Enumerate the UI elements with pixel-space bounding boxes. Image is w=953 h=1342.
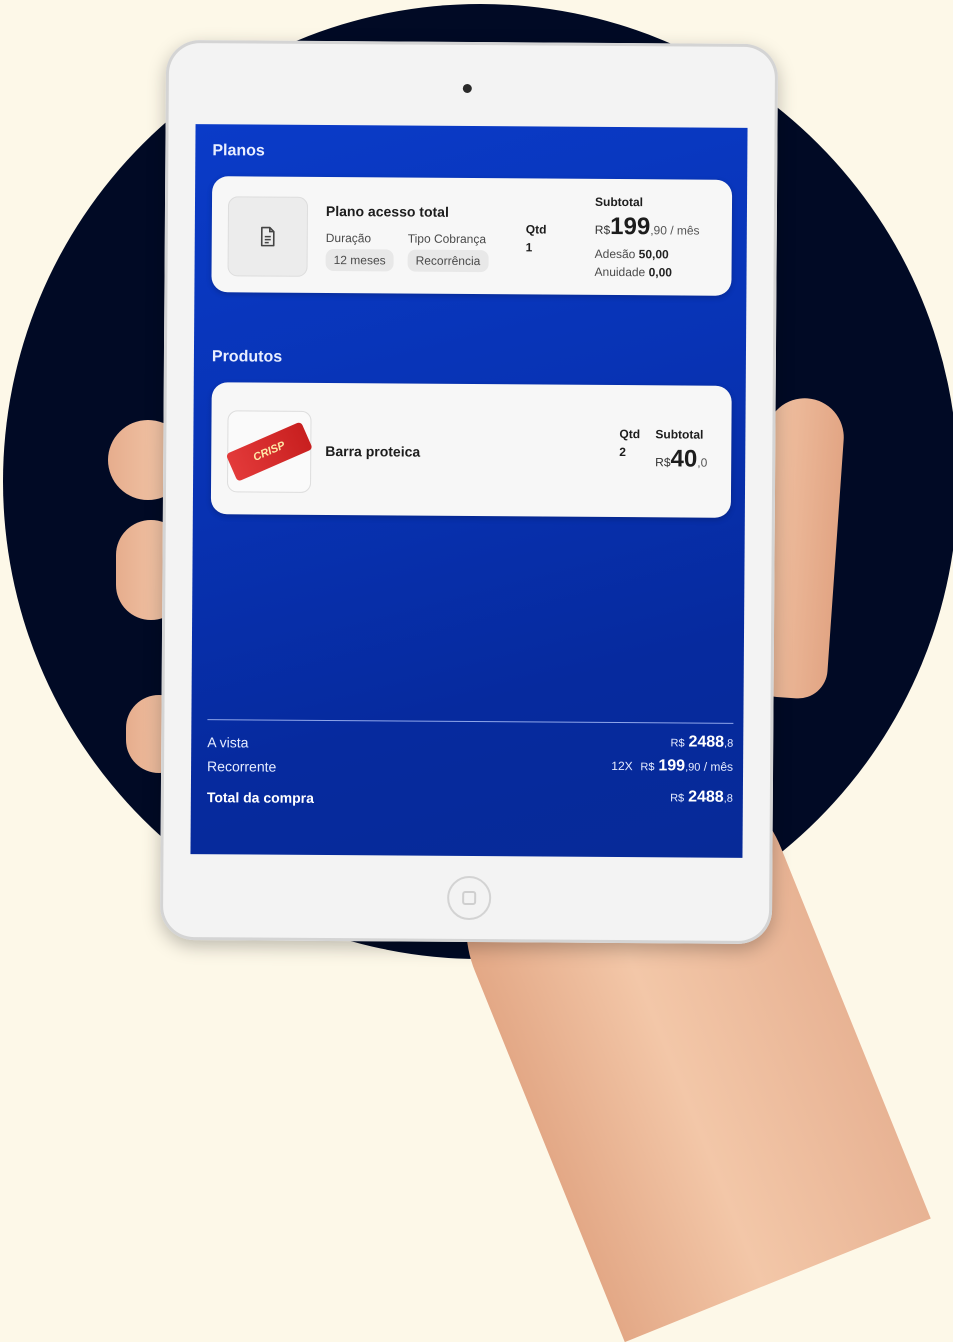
product-image-label: CRISP	[251, 439, 287, 463]
total-label: Total da compra	[207, 789, 314, 806]
produtos-title: Produtos	[212, 348, 282, 366]
tipo-cobranca-label: Tipo Cobrança	[408, 232, 486, 247]
plan-card[interactable]: Plano acesso total Duração Tipo Cobrança…	[211, 176, 732, 296]
product-image: CRISP	[227, 410, 312, 493]
avista-value: R$ 2488,8	[670, 733, 733, 751]
plan-thumbnail	[227, 196, 308, 277]
product-card[interactable]: CRISP Barra proteica Qtd 2 Subtotal R$40…	[211, 382, 732, 518]
plan-subtotal-label: Subtotal	[595, 195, 643, 209]
avista-label: A vista	[207, 734, 248, 750]
recorrente-value: 12X R$ 199,90 / mês	[611, 757, 733, 776]
total-value: R$ 2488,8	[670, 788, 733, 806]
home-square-icon	[462, 891, 476, 905]
tablet-device: Planos Plano acesso total Duração Tipo C…	[160, 40, 778, 944]
product-price: R$40,0	[655, 445, 707, 473]
duracao-label: Duração	[326, 231, 371, 245]
anuidade-row: Anuidade 0,00	[594, 265, 672, 280]
plan-price: R$199,90 / mês	[595, 213, 700, 242]
plan-qtd-value: 1	[526, 240, 533, 254]
home-button[interactable]	[447, 876, 491, 920]
checkout-screen: Planos Plano acesso total Duração Tipo C…	[190, 124, 747, 858]
plan-qtd-label: Qtd	[526, 222, 547, 236]
product-name: Barra proteica	[325, 443, 420, 460]
planos-title: Planos	[212, 142, 265, 160]
recorrente-label: Recorrente	[207, 758, 276, 774]
product-subtotal-label: Subtotal	[655, 427, 703, 441]
summary-divider	[207, 719, 733, 724]
camera-icon	[463, 84, 472, 93]
adesao-row: Adesão 50,00	[595, 247, 669, 262]
tipo-pill: Recorrência	[408, 250, 489, 273]
product-qtd-label: Qtd	[619, 427, 640, 441]
duracao-pill: 12 meses	[326, 249, 394, 271]
plan-name: Plano acesso total	[326, 203, 449, 220]
product-qtd-value: 2	[619, 445, 626, 459]
document-icon	[258, 226, 278, 248]
